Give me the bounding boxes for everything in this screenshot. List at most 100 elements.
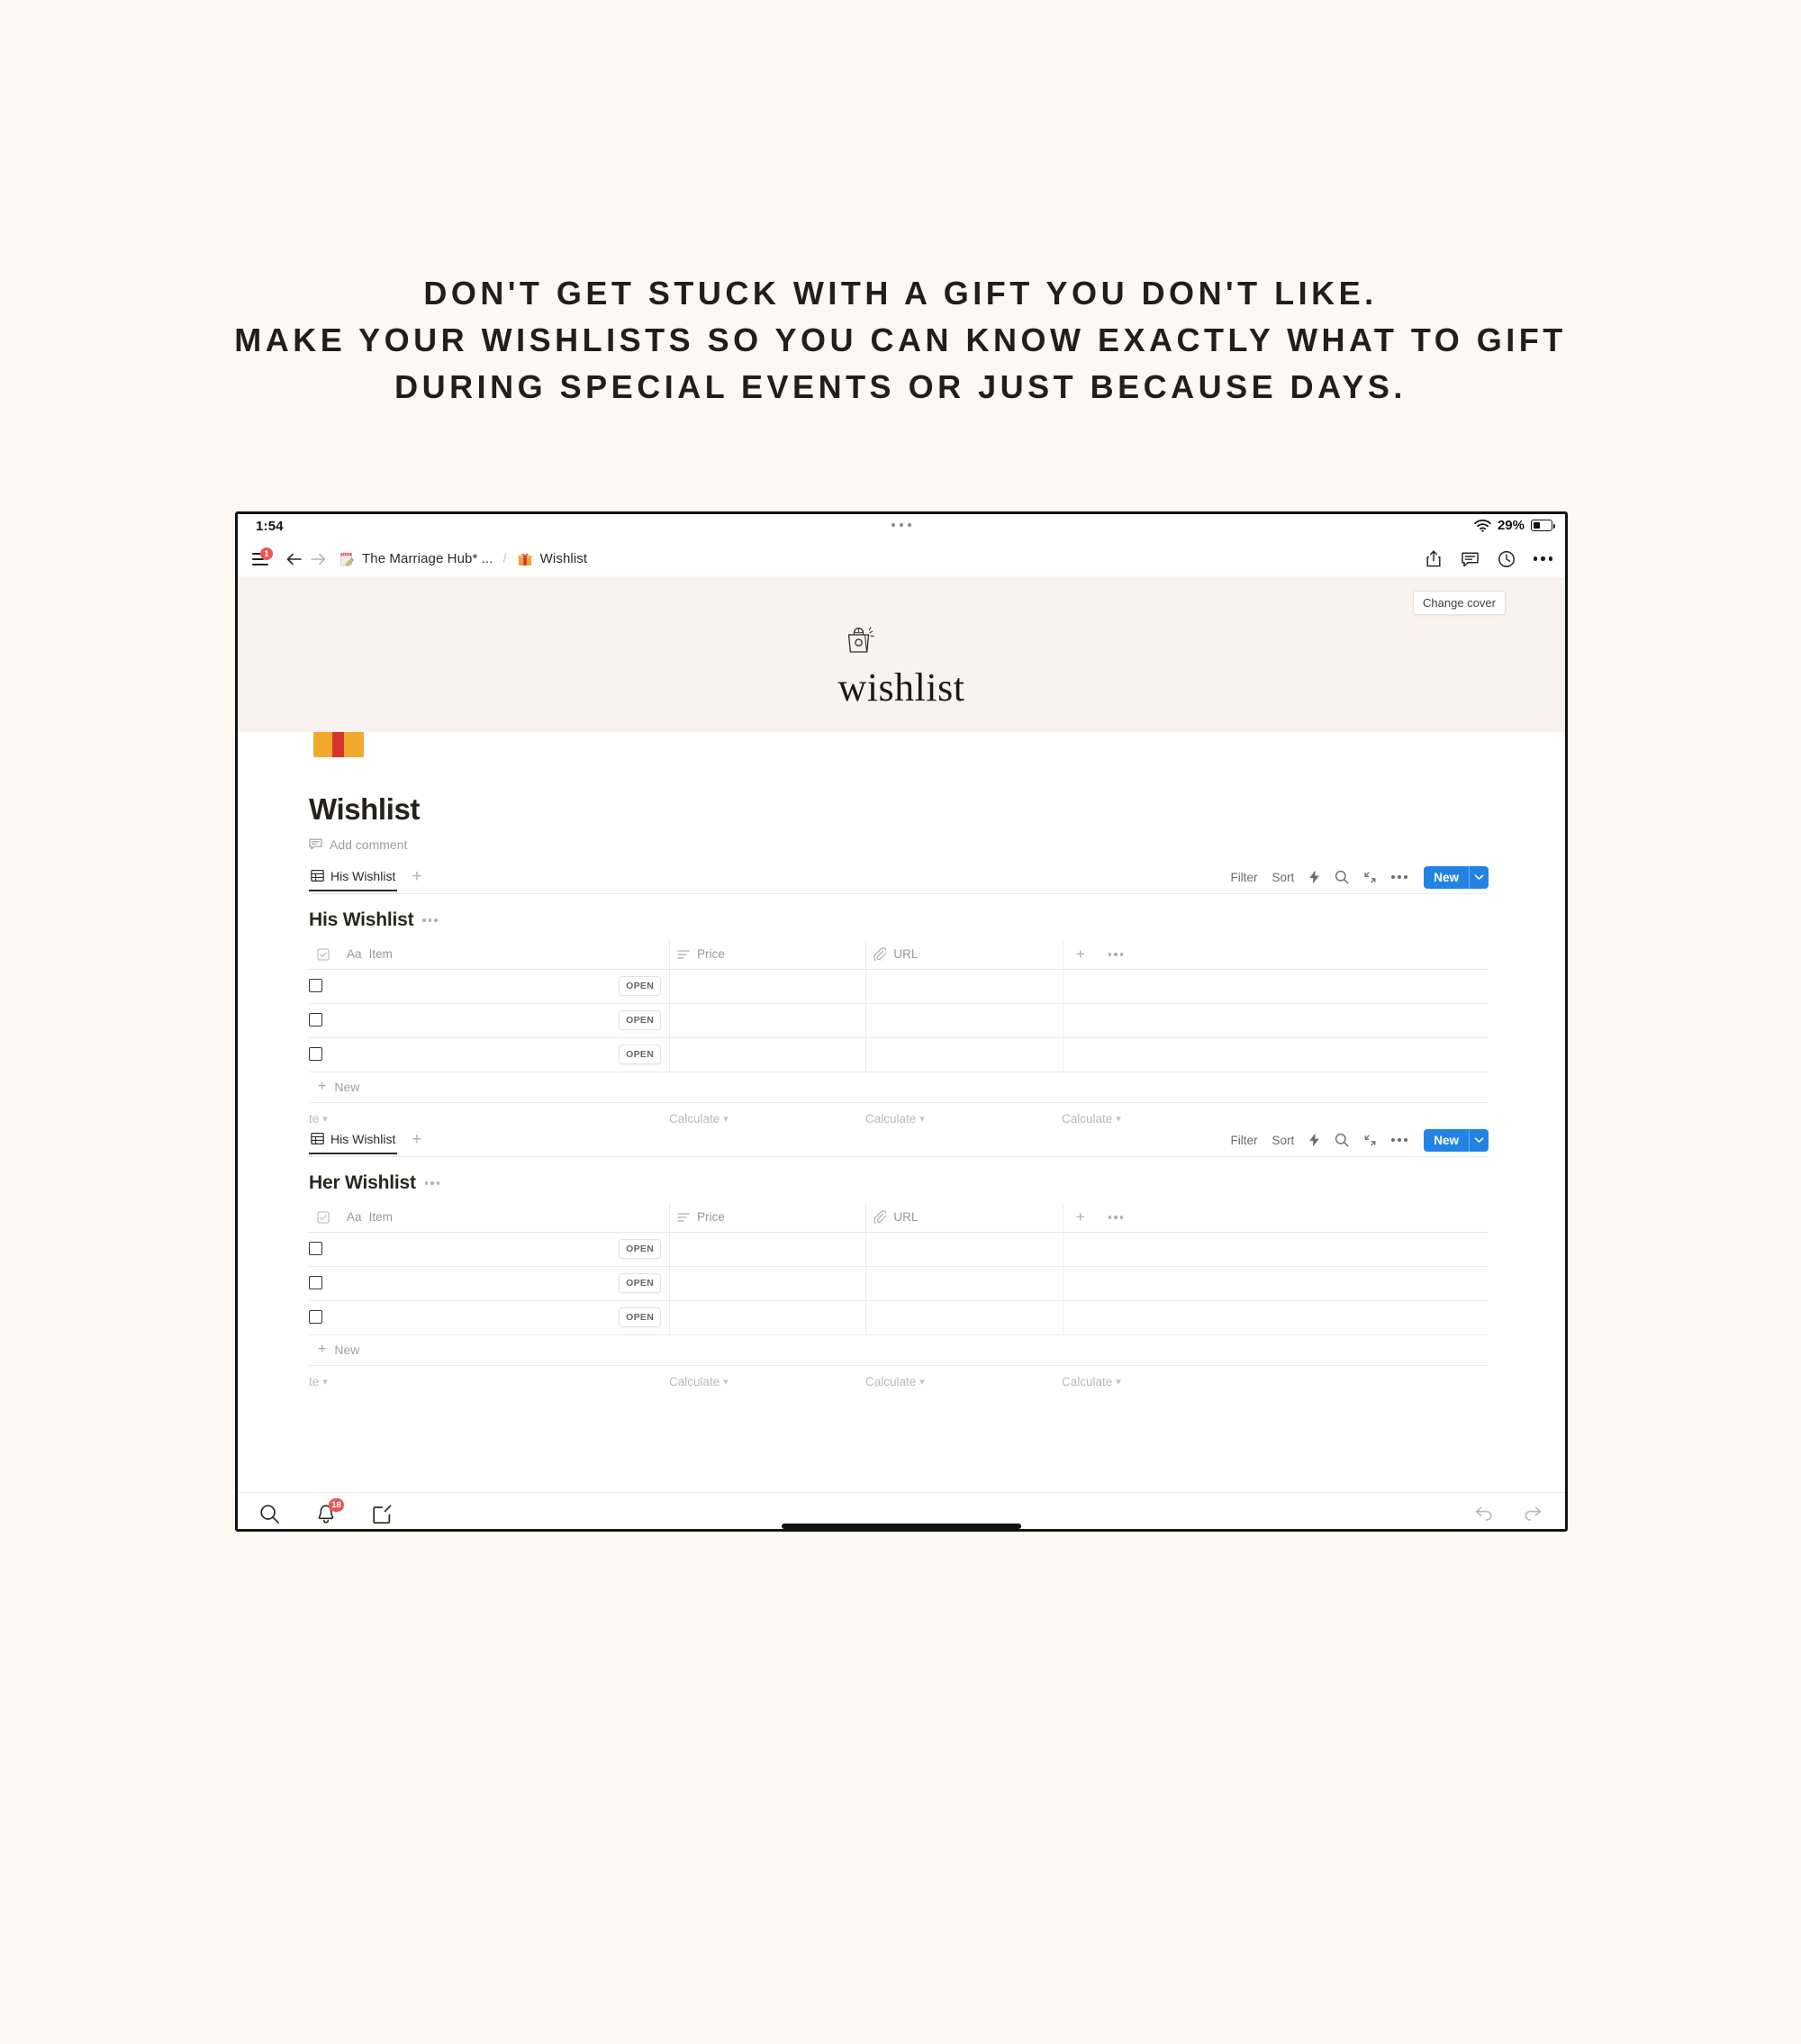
row-price-cell[interactable] bbox=[669, 1037, 867, 1072]
sort-button[interactable]: Sort bbox=[1272, 1134, 1294, 1147]
table-row[interactable]: OPEN bbox=[309, 1037, 1489, 1072]
column-header-item[interactable]: Aa Item bbox=[339, 1203, 671, 1233]
footer-calculate-price[interactable]: Calculate ▾ bbox=[669, 1112, 865, 1126]
row-checkbox[interactable] bbox=[309, 1276, 322, 1290]
redo-icon[interactable] bbox=[1522, 1505, 1543, 1523]
row-url-cell[interactable] bbox=[865, 1037, 1063, 1072]
row-url-cell[interactable] bbox=[865, 1300, 1063, 1335]
home-indicator[interactable] bbox=[782, 1524, 1021, 1529]
multitask-handle[interactable] bbox=[891, 523, 911, 527]
sidebar-menu-icon[interactable]: 1 bbox=[252, 547, 273, 566]
lightning-icon[interactable] bbox=[1308, 1133, 1320, 1147]
footer-calculate-url[interactable]: Calculate ▾ bbox=[865, 1112, 1062, 1126]
view-tab-table[interactable]: His Wishlist bbox=[309, 869, 398, 891]
row-item-cell[interactable]: OPEN bbox=[339, 969, 671, 1004]
footer-calculate-price[interactable]: Calculate ▾ bbox=[669, 1375, 865, 1388]
add-view-button[interactable]: + bbox=[412, 1131, 421, 1148]
row-checkbox[interactable] bbox=[309, 1242, 322, 1256]
row-price-cell[interactable] bbox=[669, 969, 867, 1004]
search-icon[interactable] bbox=[259, 1504, 280, 1524]
row-checkbox[interactable] bbox=[309, 1047, 322, 1062]
row-price-cell[interactable] bbox=[669, 1266, 867, 1301]
column-header-item[interactable]: Aa Item bbox=[339, 940, 671, 970]
add-view-button[interactable]: + bbox=[412, 868, 421, 885]
row-item-cell[interactable]: OPEN bbox=[339, 1037, 671, 1072]
share-icon[interactable] bbox=[1425, 549, 1443, 568]
row-checkbox-cell[interactable] bbox=[309, 969, 340, 1004]
row-item-cell[interactable]: OPEN bbox=[339, 1232, 671, 1267]
row-url-cell[interactable] bbox=[865, 1003, 1063, 1038]
view-tab-table[interactable]: His Wishlist bbox=[309, 1132, 398, 1154]
forward-button[interactable] bbox=[306, 547, 330, 571]
row-checkbox-cell[interactable] bbox=[309, 1300, 340, 1335]
column-header-checkbox[interactable] bbox=[309, 1203, 340, 1233]
add-comment-button[interactable]: Add comment bbox=[309, 837, 407, 852]
row-url-cell[interactable] bbox=[865, 1266, 1063, 1301]
lightning-icon[interactable] bbox=[1308, 870, 1320, 884]
row-checkbox[interactable] bbox=[309, 1310, 322, 1325]
breadcrumb-current[interactable]: Wishlist bbox=[517, 551, 587, 567]
column-options-icon[interactable] bbox=[1108, 952, 1124, 956]
open-record-button[interactable]: OPEN bbox=[619, 1273, 662, 1293]
add-column-button[interactable]: + bbox=[1076, 1209, 1085, 1225]
sort-button[interactable]: Sort bbox=[1272, 871, 1294, 884]
more-horizontal-icon[interactable] bbox=[1533, 556, 1552, 561]
breadcrumb-parent[interactable]: The Marriage Hub* ... bbox=[339, 551, 493, 567]
column-options-icon[interactable] bbox=[1108, 1215, 1124, 1219]
open-record-button[interactable]: OPEN bbox=[619, 1307, 662, 1327]
add-new-row-button[interactable]: + New bbox=[309, 1072, 1489, 1103]
row-checkbox[interactable] bbox=[309, 1013, 322, 1027]
back-button[interactable] bbox=[283, 547, 306, 571]
footer-calculate-url[interactable]: Calculate ▾ bbox=[865, 1375, 1062, 1388]
column-header-url[interactable]: URL bbox=[865, 940, 1063, 970]
table-row[interactable]: OPEN bbox=[309, 1232, 1489, 1267]
open-record-button[interactable]: OPEN bbox=[619, 976, 662, 996]
collapse-arrows-icon[interactable] bbox=[1363, 1134, 1377, 1147]
page-title[interactable]: Wishlist bbox=[309, 792, 420, 827]
footer-calculate-item[interactable]: te ▾ bbox=[309, 1112, 669, 1126]
row-url-cell[interactable] bbox=[865, 969, 1063, 1004]
clock-icon[interactable] bbox=[1498, 550, 1516, 568]
row-checkbox-cell[interactable] bbox=[309, 1266, 340, 1301]
column-header-price[interactable]: Price bbox=[669, 1203, 867, 1233]
table-row[interactable]: OPEN bbox=[309, 969, 1489, 1004]
table-row[interactable]: OPEN bbox=[309, 1300, 1489, 1335]
footer-calculate-extra[interactable]: Calculate ▾ bbox=[1062, 1112, 1258, 1126]
table-row[interactable]: OPEN bbox=[309, 1003, 1489, 1038]
chevron-down-icon[interactable] bbox=[1469, 865, 1489, 889]
collapse-arrows-icon[interactable] bbox=[1363, 871, 1377, 884]
search-icon[interactable] bbox=[1335, 1133, 1349, 1147]
more-horizontal-icon[interactable] bbox=[424, 1181, 440, 1185]
row-checkbox-cell[interactable] bbox=[309, 1003, 340, 1038]
row-item-cell[interactable]: OPEN bbox=[339, 1266, 671, 1301]
more-horizontal-icon[interactable] bbox=[1391, 1138, 1408, 1142]
undo-icon[interactable] bbox=[1473, 1505, 1495, 1523]
database-title[interactable]: His Wishlist bbox=[309, 909, 1489, 931]
row-item-cell[interactable]: OPEN bbox=[339, 1300, 671, 1335]
page-icon-gift-emoji[interactable] bbox=[307, 732, 370, 764]
row-price-cell[interactable] bbox=[669, 1300, 867, 1335]
column-header-price[interactable]: Price bbox=[669, 940, 867, 970]
chevron-down-icon[interactable] bbox=[1469, 1128, 1489, 1152]
row-checkbox[interactable] bbox=[309, 979, 322, 993]
more-horizontal-icon[interactable] bbox=[1391, 875, 1408, 879]
row-checkbox-cell[interactable] bbox=[309, 1232, 340, 1267]
row-price-cell[interactable] bbox=[669, 1232, 867, 1267]
row-item-cell[interactable]: OPEN bbox=[339, 1003, 671, 1038]
search-icon[interactable] bbox=[1335, 870, 1349, 884]
new-record-button[interactable]: New bbox=[1424, 1128, 1489, 1152]
footer-calculate-extra[interactable]: Calculate ▾ bbox=[1062, 1375, 1258, 1388]
notifications-button[interactable]: 18 bbox=[316, 1497, 344, 1524]
footer-calculate-item[interactable]: te ▾ bbox=[309, 1375, 669, 1388]
compose-icon[interactable] bbox=[372, 1504, 393, 1524]
open-record-button[interactable]: OPEN bbox=[619, 1010, 662, 1030]
more-horizontal-icon[interactable] bbox=[422, 918, 438, 922]
row-url-cell[interactable] bbox=[865, 1232, 1063, 1267]
new-record-button[interactable]: New bbox=[1424, 865, 1489, 889]
filter-button[interactable]: Filter bbox=[1230, 1134, 1257, 1147]
row-price-cell[interactable] bbox=[669, 1003, 867, 1038]
table-row[interactable]: OPEN bbox=[309, 1266, 1489, 1301]
open-record-button[interactable]: OPEN bbox=[619, 1239, 662, 1259]
column-header-checkbox[interactable] bbox=[309, 940, 340, 970]
comment-icon[interactable] bbox=[1461, 550, 1480, 568]
